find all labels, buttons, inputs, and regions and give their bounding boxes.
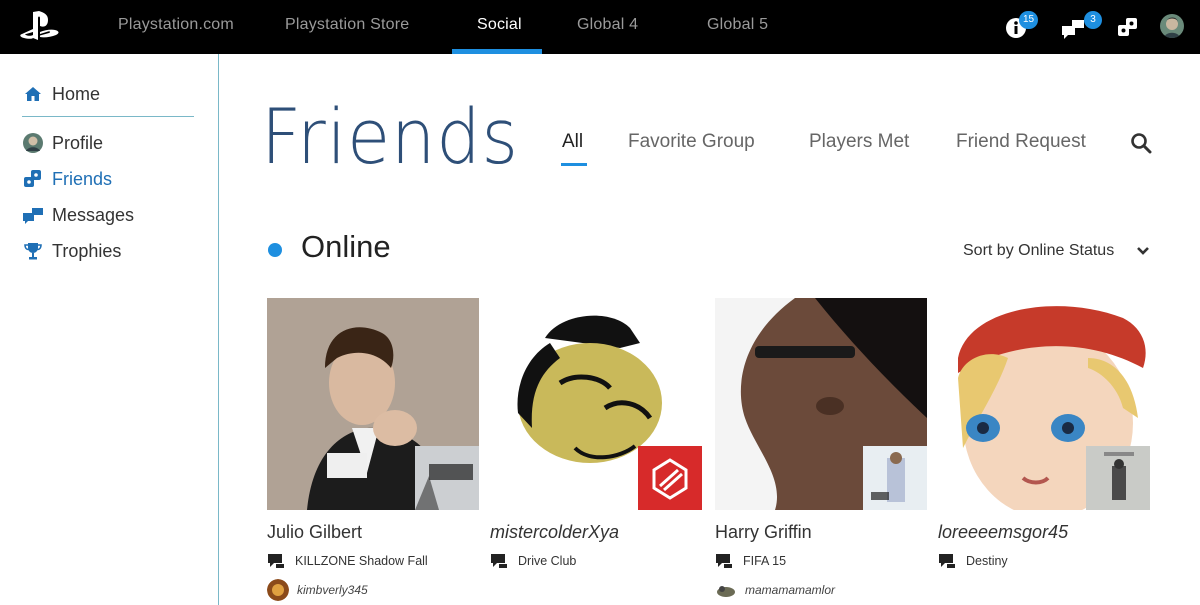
sidebar-item-messages[interactable]: Messages xyxy=(22,202,134,228)
game-icon xyxy=(716,554,732,568)
sidebar-item-label: Profile xyxy=(52,132,104,153)
nav-playstation-com[interactable]: Playstation.com xyxy=(118,16,234,34)
tab-favorite-group[interactable]: Favorite Group xyxy=(628,131,755,153)
game-thumbnail xyxy=(1086,446,1150,510)
friend-avatar[interactable] xyxy=(938,298,1150,510)
tab-all[interactable]: All xyxy=(562,131,583,153)
page-title: Friends xyxy=(261,92,519,181)
friends-icon xyxy=(22,168,44,190)
shared-friend: kimbverly345 xyxy=(267,579,479,601)
nav-global-4[interactable]: Global 4 xyxy=(577,16,638,34)
sidebar-item-label: Friends xyxy=(52,168,113,189)
shared-friend-name[interactable]: kimbverly345 xyxy=(297,583,368,597)
messages-badge: 3 xyxy=(1084,11,1102,29)
tab-friend-request[interactable]: Friend Request xyxy=(956,131,1086,153)
now-playing: FIFA 15 xyxy=(715,553,927,569)
game-icon xyxy=(939,554,955,568)
home-icon xyxy=(22,83,44,105)
sort-dropdown[interactable]: Sort by Online Status xyxy=(963,242,1114,260)
friend-avatar-icon xyxy=(715,579,737,601)
friend-avatar[interactable] xyxy=(267,298,479,510)
sidebar: Home Profile Friends Messages Trophies xyxy=(0,54,219,605)
notifications-badge: 15 xyxy=(1019,11,1039,29)
now-playing: Destiny xyxy=(938,553,1150,569)
sidebar-item-friends[interactable]: Friends xyxy=(22,166,112,192)
sidebar-item-label: Home xyxy=(52,83,101,104)
friend-avatar-icon xyxy=(267,579,289,601)
active-nav-indicator xyxy=(452,49,542,54)
sidebar-item-label: Trophies xyxy=(52,240,122,261)
sidebar-divider xyxy=(22,116,194,117)
game-title: Drive Club xyxy=(518,554,577,568)
friends-top-icon[interactable] xyxy=(1115,14,1143,40)
sidebar-item-trophies[interactable]: Trophies xyxy=(22,238,121,264)
messages-icon xyxy=(22,204,44,226)
friend-name[interactable]: mistercolderXya xyxy=(490,522,702,543)
now-playing: Drive Club xyxy=(490,553,702,569)
nav-playstation-store[interactable]: Playstation Store xyxy=(285,16,409,34)
shared-friend: mamamamamlor xyxy=(715,579,927,601)
sidebar-item-label: Messages xyxy=(52,204,135,225)
playstation-logo-icon[interactable] xyxy=(18,8,62,44)
game-thumbnail xyxy=(863,446,927,510)
friend-card[interactable]: Julio Gilbert KILLZONE Shadow Fall kimbv… xyxy=(267,298,479,601)
game-thumbnail xyxy=(415,446,479,510)
friend-avatar[interactable] xyxy=(490,298,702,510)
search-icon[interactable] xyxy=(1130,132,1152,154)
active-tab-indicator xyxy=(561,163,587,166)
friend-card[interactable]: mistercolderXya Drive Club xyxy=(490,298,702,569)
online-status-dot xyxy=(268,243,282,257)
tab-players-met[interactable]: Players Met xyxy=(809,131,909,153)
chevron-down-icon[interactable] xyxy=(1136,245,1150,257)
now-playing: KILLZONE Shadow Fall xyxy=(267,553,479,569)
friend-card[interactable]: loreeeemsgor45 Destiny xyxy=(938,298,1150,569)
game-title: Destiny xyxy=(966,554,1008,568)
trophy-icon xyxy=(22,240,44,262)
section-title: Online xyxy=(301,229,391,264)
user-avatar[interactable] xyxy=(1160,14,1184,38)
game-icon xyxy=(268,554,284,568)
game-thumbnail xyxy=(638,446,702,510)
top-navigation-bar: Playstation.com Playstation Store Social… xyxy=(0,0,1200,54)
nav-global-5[interactable]: Global 5 xyxy=(707,16,768,34)
game-icon xyxy=(491,554,507,568)
friend-name[interactable]: loreeeemsgor45 xyxy=(938,522,1150,543)
shared-friend-name[interactable]: mamamamamlor xyxy=(745,583,835,597)
friend-card[interactable]: Harry Griffin FIFA 15 mamamamamlor xyxy=(715,298,927,601)
game-title: FIFA 15 xyxy=(743,554,787,568)
sidebar-item-home[interactable]: Home xyxy=(22,81,100,107)
friend-name[interactable]: Harry Griffin xyxy=(715,522,927,543)
sidebar-item-profile[interactable]: Profile xyxy=(22,130,103,156)
game-title: KILLZONE Shadow Fall xyxy=(295,554,428,568)
avatar-icon xyxy=(22,132,44,154)
nav-social[interactable]: Social xyxy=(477,16,522,34)
friend-name[interactable]: Julio Gilbert xyxy=(267,522,479,543)
friend-avatar[interactable] xyxy=(715,298,927,510)
